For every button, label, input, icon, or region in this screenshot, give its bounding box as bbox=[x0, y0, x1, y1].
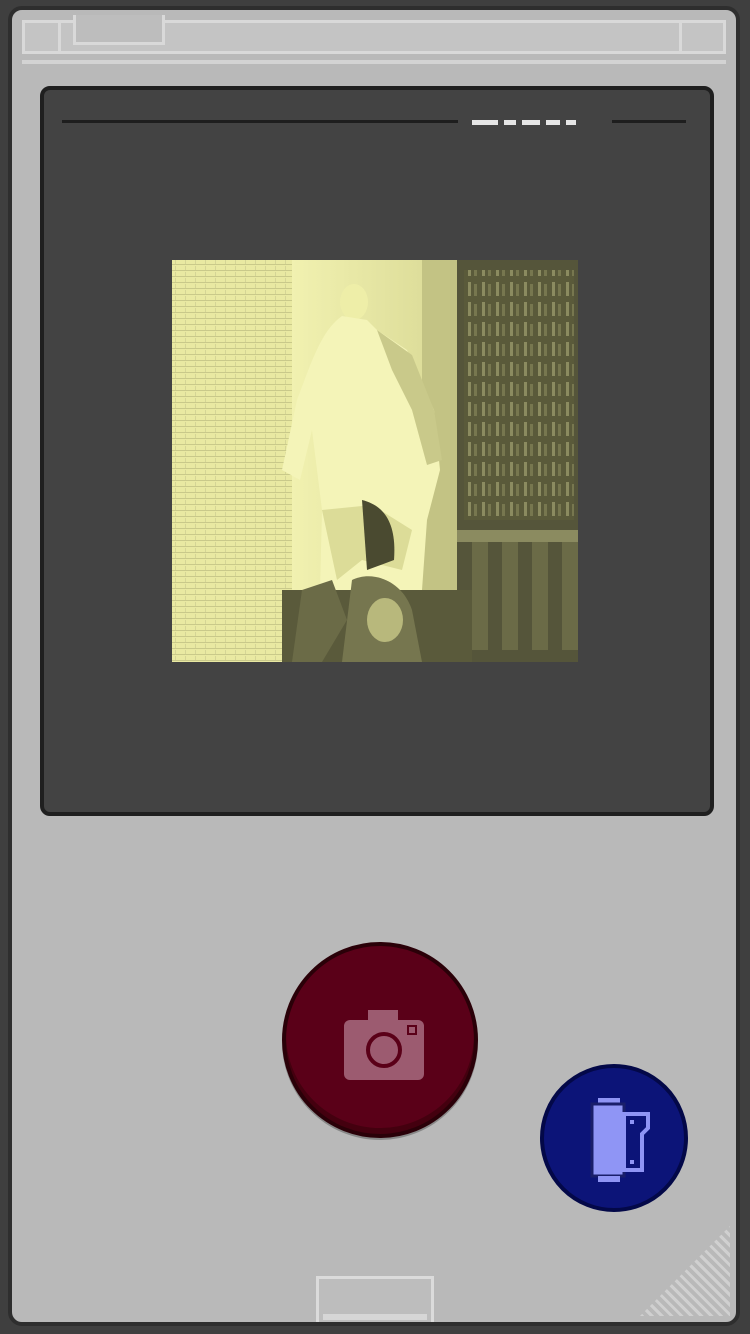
bottom-notch bbox=[316, 1276, 434, 1322]
top-strip bbox=[22, 15, 726, 54]
bezel-line-left bbox=[62, 120, 458, 123]
top-divider bbox=[22, 60, 726, 64]
film-roll-icon bbox=[590, 1098, 650, 1182]
captured-photo[interactable] bbox=[172, 260, 578, 662]
screen-bezel bbox=[40, 86, 714, 816]
device-frame bbox=[8, 6, 740, 1326]
top-strip-left-segment bbox=[25, 23, 61, 51]
statue-image bbox=[172, 260, 578, 662]
bezel-line-right bbox=[612, 120, 686, 123]
gallery-button[interactable] bbox=[540, 1064, 688, 1212]
bezel-ticks bbox=[472, 119, 600, 125]
top-tab bbox=[73, 15, 165, 45]
corner-grip bbox=[640, 1226, 730, 1316]
camera-icon bbox=[344, 1010, 424, 1080]
shutter-button[interactable] bbox=[282, 942, 478, 1138]
top-strip-right-segment bbox=[679, 23, 723, 51]
bottom-notch-line bbox=[323, 1314, 427, 1320]
